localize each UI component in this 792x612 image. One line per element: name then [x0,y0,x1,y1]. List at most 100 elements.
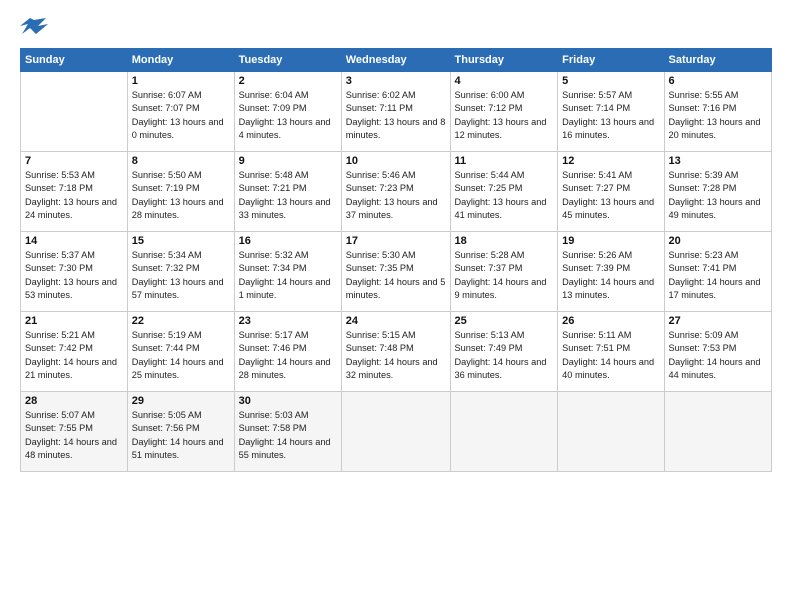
day-number: 26 [562,315,659,327]
day-number: 22 [132,315,230,327]
day-cell: 11 Sunrise: 5:44 AMSunset: 7:25 PMDayligh… [450,152,558,232]
header [20,16,772,38]
day-header-thursday: Thursday [450,49,558,72]
day-cell: 27 Sunrise: 5:09 AMSunset: 7:53 PMDayligh… [664,312,772,392]
day-header-monday: Monday [127,49,234,72]
day-info: Sunrise: 5:37 AMSunset: 7:30 PMDaylight:… [25,249,123,302]
day-info: Sunrise: 5:39 AMSunset: 7:28 PMDaylight:… [669,169,768,222]
day-number: 12 [562,155,659,167]
day-cell [341,392,450,472]
day-number: 17 [346,235,446,247]
day-info: Sunrise: 6:04 AMSunset: 7:09 PMDaylight:… [239,89,337,142]
day-number: 18 [455,235,554,247]
day-info: Sunrise: 5:57 AMSunset: 7:14 PMDaylight:… [562,89,659,142]
week-row-1: 7 Sunrise: 5:53 AMSunset: 7:18 PMDaylight… [21,152,772,232]
day-cell: 10 Sunrise: 5:46 AMSunset: 7:23 PMDayligh… [341,152,450,232]
day-info: Sunrise: 5:46 AMSunset: 7:23 PMDaylight:… [346,169,446,222]
day-number: 8 [132,155,230,167]
day-header-wednesday: Wednesday [341,49,450,72]
day-number: 20 [669,235,768,247]
day-number: 15 [132,235,230,247]
logo-icon [20,16,48,38]
day-header-sunday: Sunday [21,49,128,72]
day-info: Sunrise: 5:15 AMSunset: 7:48 PMDaylight:… [346,329,446,382]
logo [20,16,52,38]
day-number: 10 [346,155,446,167]
day-cell: 26 Sunrise: 5:11 AMSunset: 7:51 PMDayligh… [558,312,664,392]
day-header-friday: Friday [558,49,664,72]
day-cell: 14 Sunrise: 5:37 AMSunset: 7:30 PMDayligh… [21,232,128,312]
day-number: 11 [455,155,554,167]
day-info: Sunrise: 5:05 AMSunset: 7:56 PMDaylight:… [132,409,230,462]
day-info: Sunrise: 5:53 AMSunset: 7:18 PMDaylight:… [25,169,123,222]
day-number: 3 [346,75,446,87]
day-info: Sunrise: 5:32 AMSunset: 7:34 PMDaylight:… [239,249,337,302]
day-cell: 3Sunrise: 6:02 AMSunset: 7:11 PMDaylight… [341,72,450,152]
day-cell [664,392,772,472]
day-info: Sunrise: 6:00 AMSunset: 7:12 PMDaylight:… [455,89,554,142]
day-info: Sunrise: 5:21 AMSunset: 7:42 PMDaylight:… [25,329,123,382]
day-cell: 17 Sunrise: 5:30 AMSunset: 7:35 PMDayligh… [341,232,450,312]
day-header-tuesday: Tuesday [234,49,341,72]
day-info: Sunrise: 5:44 AMSunset: 7:25 PMDaylight:… [455,169,554,222]
day-cell: 25 Sunrise: 5:13 AMSunset: 7:49 PMDayligh… [450,312,558,392]
calendar-table: SundayMondayTuesdayWednesdayThursdayFrid… [20,48,772,472]
day-info: Sunrise: 5:11 AMSunset: 7:51 PMDaylight:… [562,329,659,382]
day-cell [450,392,558,472]
day-cell: 15Sunrise: 5:34 AMSunset: 7:32 PMDayligh… [127,232,234,312]
day-number: 5 [562,75,659,87]
day-number: 14 [25,235,123,247]
day-number: 30 [239,395,337,407]
day-cell: 29 Sunrise: 5:05 AMSunset: 7:56 PMDayligh… [127,392,234,472]
week-row-3: 21Sunrise: 5:21 AMSunset: 7:42 PMDayligh… [21,312,772,392]
day-cell: 28 Sunrise: 5:07 AMSunset: 7:55 PMDayligh… [21,392,128,472]
calendar-header-row: SundayMondayTuesdayWednesdayThursdayFrid… [21,49,772,72]
day-info: Sunrise: 5:26 AMSunset: 7:39 PMDaylight:… [562,249,659,302]
day-cell: 4 Sunrise: 6:00 AMSunset: 7:12 PMDaylight… [450,72,558,152]
day-info: Sunrise: 5:48 AMSunset: 7:21 PMDaylight:… [239,169,337,222]
day-cell: 30 Sunrise: 5:03 AMSunset: 7:58 PMDayligh… [234,392,341,472]
day-number: 2 [239,75,337,87]
day-info: Sunrise: 5:09 AMSunset: 7:53 PMDaylight:… [669,329,768,382]
day-number: 28 [25,395,123,407]
day-number: 24 [346,315,446,327]
day-number: 23 [239,315,337,327]
day-cell [21,72,128,152]
day-cell: 20 Sunrise: 5:23 AMSunset: 7:41 PMDayligh… [664,232,772,312]
day-number: 13 [669,155,768,167]
day-cell: 19Sunrise: 5:26 AMSunset: 7:39 PMDayligh… [558,232,664,312]
day-info: Sunrise: 5:19 AMSunset: 7:44 PMDaylight:… [132,329,230,382]
week-row-0: 1 Sunrise: 6:07 AMSunset: 7:07 PMDaylight… [21,72,772,152]
day-number: 16 [239,235,337,247]
day-number: 27 [669,315,768,327]
day-cell: 12 Sunrise: 5:41 AMSunset: 7:27 PMDayligh… [558,152,664,232]
day-number: 9 [239,155,337,167]
day-cell: 1 Sunrise: 6:07 AMSunset: 7:07 PMDaylight… [127,72,234,152]
day-number: 6 [669,75,768,87]
page: SundayMondayTuesdayWednesdayThursdayFrid… [0,0,792,612]
day-info: Sunrise: 5:23 AMSunset: 7:41 PMDaylight:… [669,249,768,302]
day-info: Sunrise: 5:07 AMSunset: 7:55 PMDaylight:… [25,409,123,462]
day-cell [558,392,664,472]
day-info: Sunrise: 5:03 AMSunset: 7:58 PMDaylight:… [239,409,337,462]
day-info: Sunrise: 5:41 AMSunset: 7:27 PMDaylight:… [562,169,659,222]
day-cell: 18Sunrise: 5:28 AMSunset: 7:37 PMDayligh… [450,232,558,312]
day-info: Sunrise: 5:55 AMSunset: 7:16 PMDaylight:… [669,89,768,142]
day-number: 29 [132,395,230,407]
day-number: 4 [455,75,554,87]
day-number: 1 [132,75,230,87]
day-header-saturday: Saturday [664,49,772,72]
day-cell: 16 Sunrise: 5:32 AMSunset: 7:34 PMDayligh… [234,232,341,312]
day-number: 7 [25,155,123,167]
day-cell: 5 Sunrise: 5:57 AMSunset: 7:14 PMDaylight… [558,72,664,152]
day-number: 25 [455,315,554,327]
day-cell: 8 Sunrise: 5:50 AMSunset: 7:19 PMDaylight… [127,152,234,232]
day-info: Sunrise: 6:07 AMSunset: 7:07 PMDaylight:… [132,89,230,142]
day-info: Sunrise: 5:30 AMSunset: 7:35 PMDaylight:… [346,249,446,302]
day-info: Sunrise: 5:50 AMSunset: 7:19 PMDaylight:… [132,169,230,222]
day-cell: 22 Sunrise: 5:19 AMSunset: 7:44 PMDayligh… [127,312,234,392]
day-info: Sunrise: 5:13 AMSunset: 7:49 PMDaylight:… [455,329,554,382]
day-cell: 7 Sunrise: 5:53 AMSunset: 7:18 PMDaylight… [21,152,128,232]
week-row-4: 28 Sunrise: 5:07 AMSunset: 7:55 PMDayligh… [21,392,772,472]
day-cell: 21Sunrise: 5:21 AMSunset: 7:42 PMDayligh… [21,312,128,392]
